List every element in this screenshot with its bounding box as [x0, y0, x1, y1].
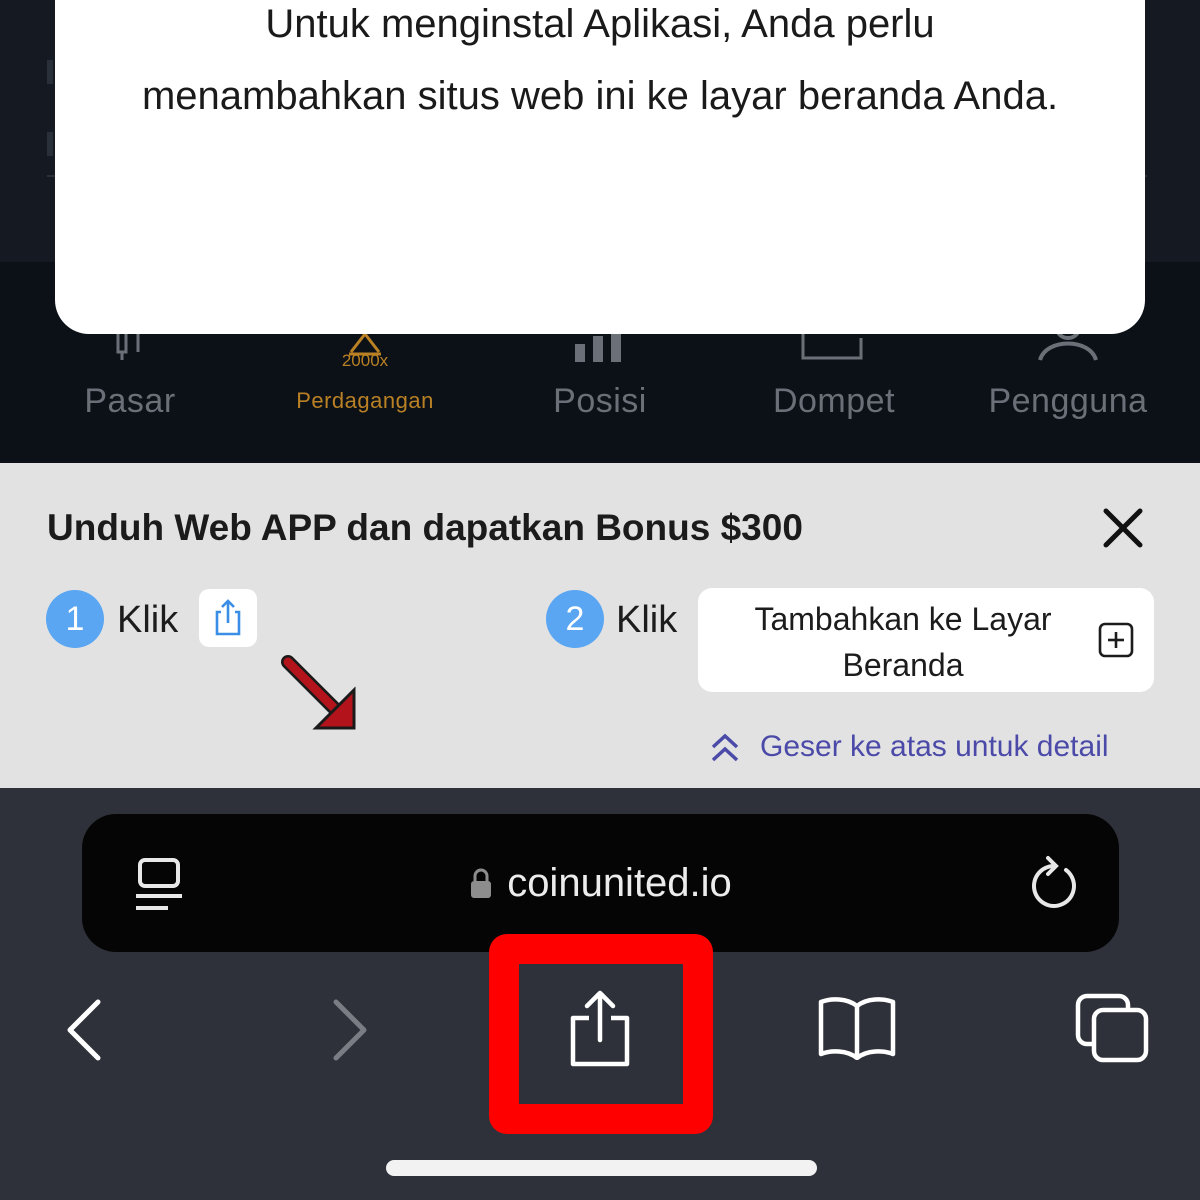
leverage-badge: 2000x [341, 351, 389, 370]
share-icon [215, 599, 241, 636]
bookmarks-icon[interactable] [817, 996, 897, 1060]
url-text: coinunited.io [507, 860, 732, 905]
detail-link-label: Geser ke atas untuk detail [760, 730, 1109, 763]
content-fragment [47, 132, 53, 156]
tabs-icon[interactable] [1074, 992, 1152, 1064]
step-1-text: Klik [117, 599, 179, 641]
tab-label: Pengguna [988, 382, 1148, 420]
share-hint-chip [199, 589, 257, 647]
step-2-text: Klik [616, 599, 678, 641]
add-to-home-screen-label: Tambahkan ke Layar Beranda [754, 601, 1052, 683]
add-square-icon [1098, 622, 1134, 658]
tab-label: Dompet [772, 382, 896, 420]
back-icon[interactable] [62, 998, 108, 1062]
banner-title: Unduh Web APP dan dapatkan Bonus $300 [47, 507, 803, 548]
add-to-home-screen-chip: Tambahkan ke Layar Beranda [698, 588, 1154, 692]
double-chevron-up-icon [711, 733, 739, 762]
address-bar[interactable]: coinunited.io [82, 814, 1119, 952]
tab-label: Pasar [84, 382, 176, 420]
install-modal-message: Untuk menginstal Aplikasi, Anda perlu me… [141, 2, 1059, 118]
step-1-number: 1 [46, 590, 104, 648]
step-2-number: 2 [546, 590, 604, 648]
install-modal: Untuk menginstal Aplikasi, Anda perlu me… [55, 0, 1145, 334]
url-display: coinunited.io [82, 814, 1119, 952]
tab-label: Posisi [553, 382, 647, 420]
content-fragment [47, 60, 53, 84]
tab-label: Perdagangan [296, 388, 434, 413]
app-background: Pasar 2000x Perdagangan Posisi Dompet Pe… [0, 0, 1200, 463]
reload-icon[interactable] [1026, 854, 1082, 914]
forward-icon[interactable] [326, 998, 372, 1062]
home-indicator[interactable] [386, 1160, 817, 1176]
share-button-highlight [489, 934, 713, 1134]
close-icon[interactable] [1100, 505, 1146, 551]
lock-icon [471, 868, 492, 898]
pointer-arrow-icon [281, 655, 356, 730]
swipe-up-detail-link[interactable]: Geser ke atas untuk detail [708, 725, 1109, 769]
